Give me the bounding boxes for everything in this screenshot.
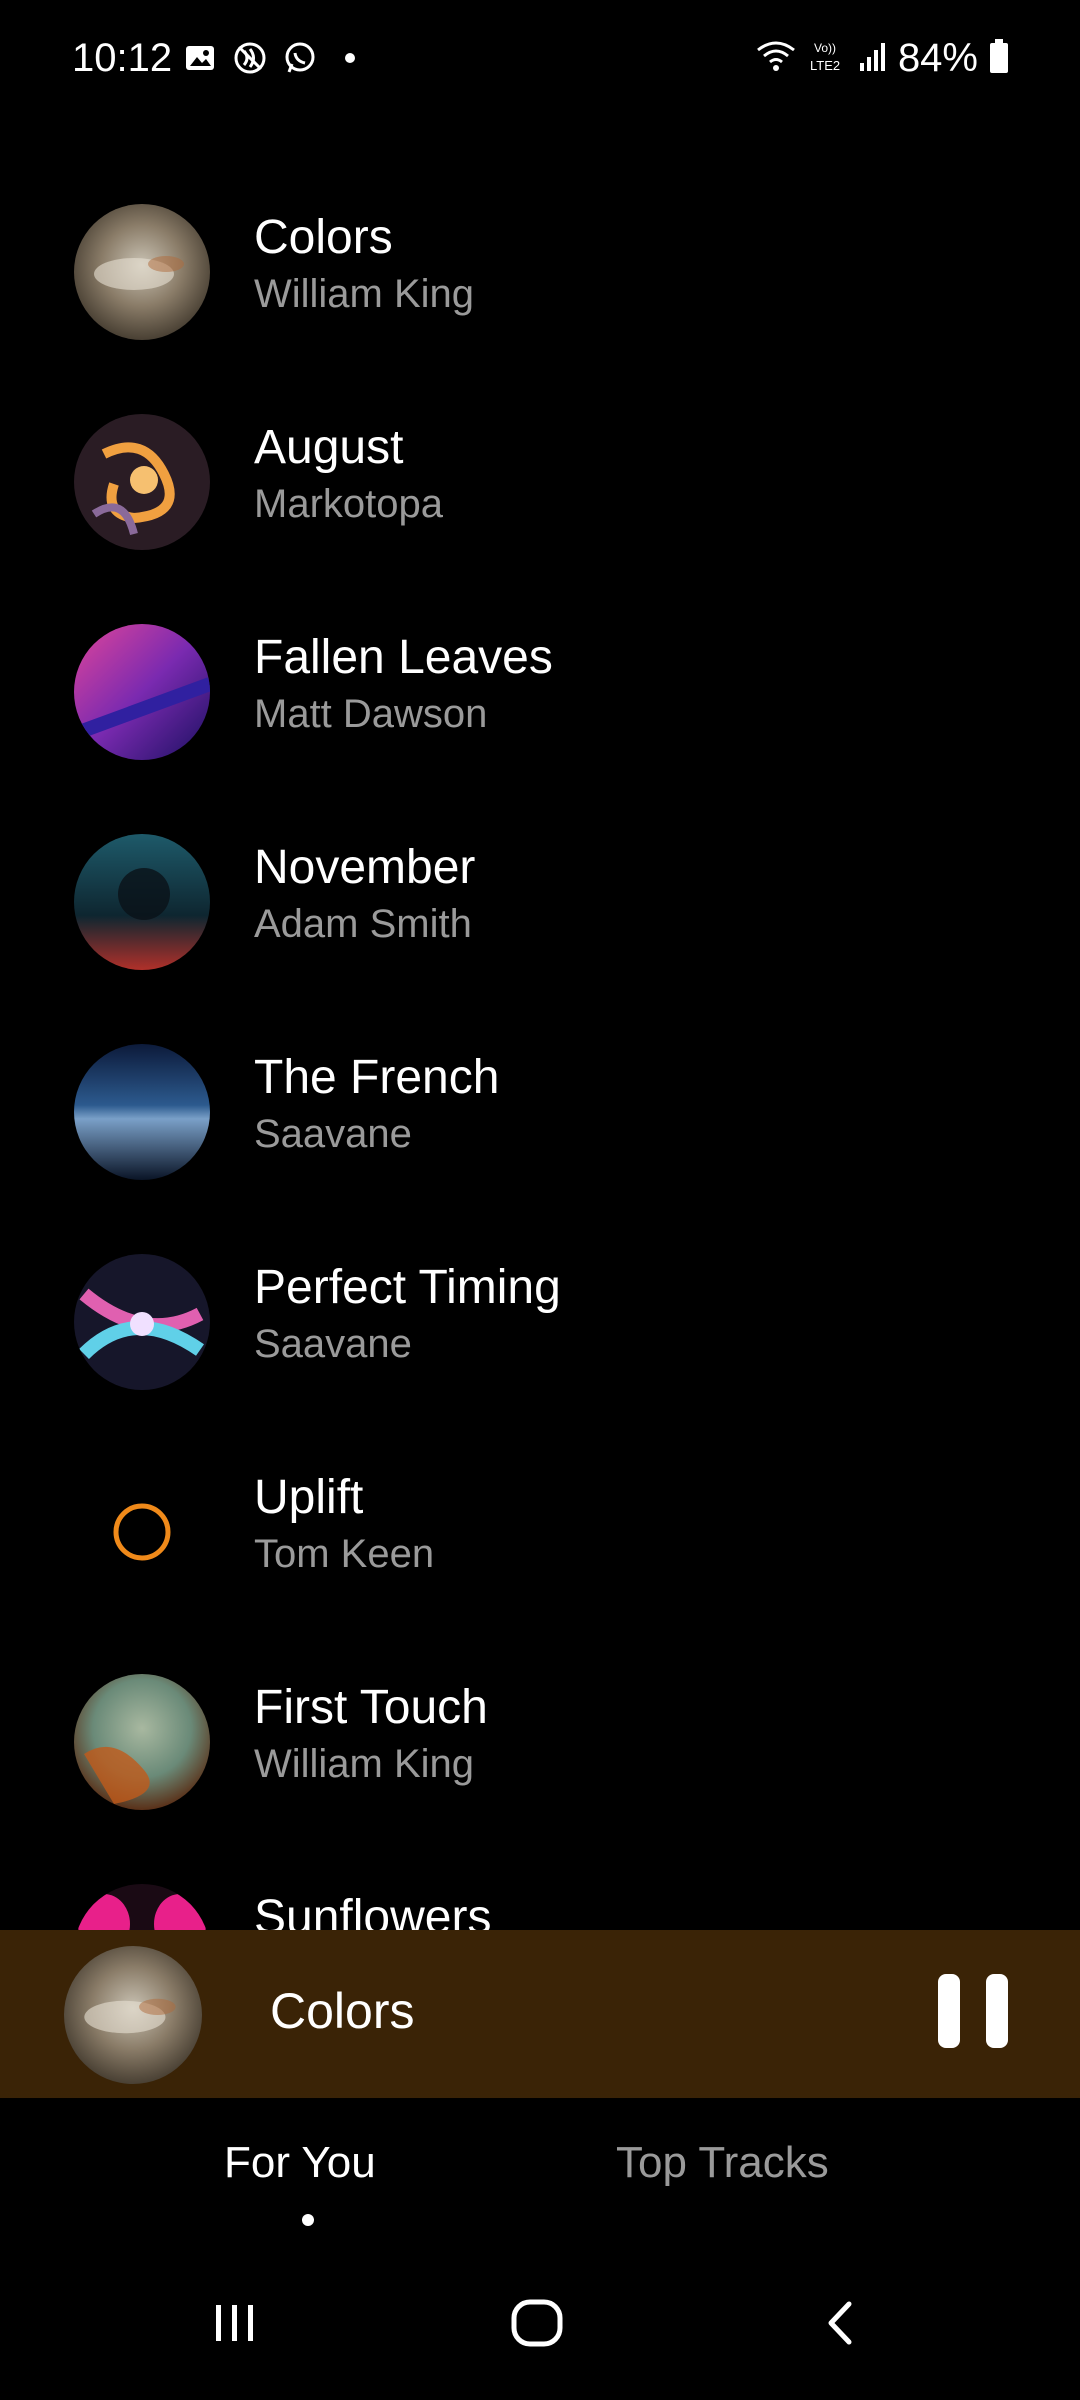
track-title: Sunflowers bbox=[254, 1891, 492, 1930]
album-art bbox=[74, 1464, 210, 1600]
track-row[interactable]: Fallen Leaves Matt Dawson bbox=[0, 600, 1080, 810]
track-row[interactable]: Sunflowers bbox=[0, 1860, 1080, 1930]
recents-button[interactable] bbox=[190, 2288, 280, 2358]
home-icon bbox=[511, 2299, 563, 2347]
album-art bbox=[74, 1044, 210, 1180]
now-playing-title: Colors bbox=[270, 1983, 415, 2039]
track-artist: Tom Keen bbox=[254, 1532, 435, 1576]
track-row[interactable]: Uplift Tom Keen bbox=[0, 1440, 1080, 1650]
no-nfc-icon bbox=[232, 40, 268, 76]
now-playing-art bbox=[64, 1946, 202, 2084]
notification-icons bbox=[182, 40, 368, 76]
album-art bbox=[74, 1884, 210, 1930]
wifi-icon bbox=[754, 38, 798, 79]
svg-text:LTE2: LTE2 bbox=[810, 58, 840, 73]
track-title: Colors bbox=[254, 211, 393, 264]
track-title: First Touch bbox=[254, 1681, 488, 1734]
back-button[interactable] bbox=[796, 2288, 886, 2358]
pause-button[interactable] bbox=[938, 1974, 1008, 2050]
track-title: The French bbox=[254, 1051, 500, 1104]
track-artist: Saavane bbox=[254, 1322, 412, 1366]
track-row[interactable]: August Markotopa bbox=[0, 390, 1080, 600]
track-artist: William King bbox=[254, 272, 475, 316]
active-tab-indicator bbox=[302, 2214, 314, 2226]
signal-icon bbox=[858, 39, 888, 78]
now-playing-bar[interactable]: Colors bbox=[0, 1930, 1080, 2098]
track-artist: Adam Smith bbox=[254, 902, 472, 946]
track-title: Uplift bbox=[254, 1471, 364, 1524]
track-row[interactable]: First Touch William King bbox=[0, 1650, 1080, 1860]
svg-text:Vo)): Vo)) bbox=[814, 41, 836, 55]
album-art bbox=[74, 204, 210, 340]
track-row[interactable]: The French Saavane bbox=[0, 1020, 1080, 1230]
system-nav-bar bbox=[0, 2248, 1080, 2400]
track-title: November bbox=[254, 841, 476, 894]
battery-icon bbox=[988, 38, 1010, 79]
dot-icon bbox=[332, 40, 368, 76]
track-artist: Markotopa bbox=[254, 482, 443, 526]
track-row[interactable]: Perfect Timing Saavane bbox=[0, 1230, 1080, 1440]
track-row[interactable]: November Adam Smith bbox=[0, 810, 1080, 1020]
track-title: Perfect Timing bbox=[254, 1261, 561, 1314]
track-row[interactable]: Colors William King bbox=[0, 180, 1080, 390]
track-artist: Saavane bbox=[254, 1112, 412, 1156]
recents-icon bbox=[216, 2305, 253, 2341]
gallery-icon bbox=[182, 40, 218, 76]
status-right: Vo)) LTE2 84% bbox=[754, 36, 1010, 81]
track-title: August bbox=[254, 421, 404, 474]
pause-icon bbox=[938, 1974, 960, 2048]
track-title: Fallen Leaves bbox=[254, 631, 553, 684]
whatsapp-icon bbox=[282, 40, 318, 76]
status-bar: 10:12 Vo)) LTE2 84% bbox=[0, 0, 1080, 120]
album-art bbox=[74, 414, 210, 550]
home-button[interactable] bbox=[492, 2288, 582, 2358]
track-list[interactable]: Colors William King August Markotopa Fal… bbox=[0, 180, 1080, 1930]
volte-lte2-icon: Vo)) LTE2 bbox=[808, 38, 848, 79]
album-art bbox=[74, 1674, 210, 1810]
status-time: 10:12 bbox=[72, 36, 173, 80]
battery-percent: 84% bbox=[897, 36, 978, 80]
album-art bbox=[74, 834, 210, 970]
tab-bar: For You Top Tracks bbox=[0, 2098, 1080, 2248]
album-art bbox=[74, 624, 210, 760]
pause-icon bbox=[986, 1974, 1008, 2048]
tab-for-you[interactable]: For You bbox=[224, 2138, 376, 2188]
tab-top-tracks[interactable]: Top Tracks bbox=[616, 2138, 829, 2188]
back-icon bbox=[828, 2301, 852, 2345]
screen: 10:12 Vo)) LTE2 84% Colors William King … bbox=[0, 0, 1080, 2400]
track-artist: William King bbox=[254, 1742, 475, 1786]
track-artist: Matt Dawson bbox=[254, 692, 488, 736]
album-art bbox=[74, 1254, 210, 1390]
